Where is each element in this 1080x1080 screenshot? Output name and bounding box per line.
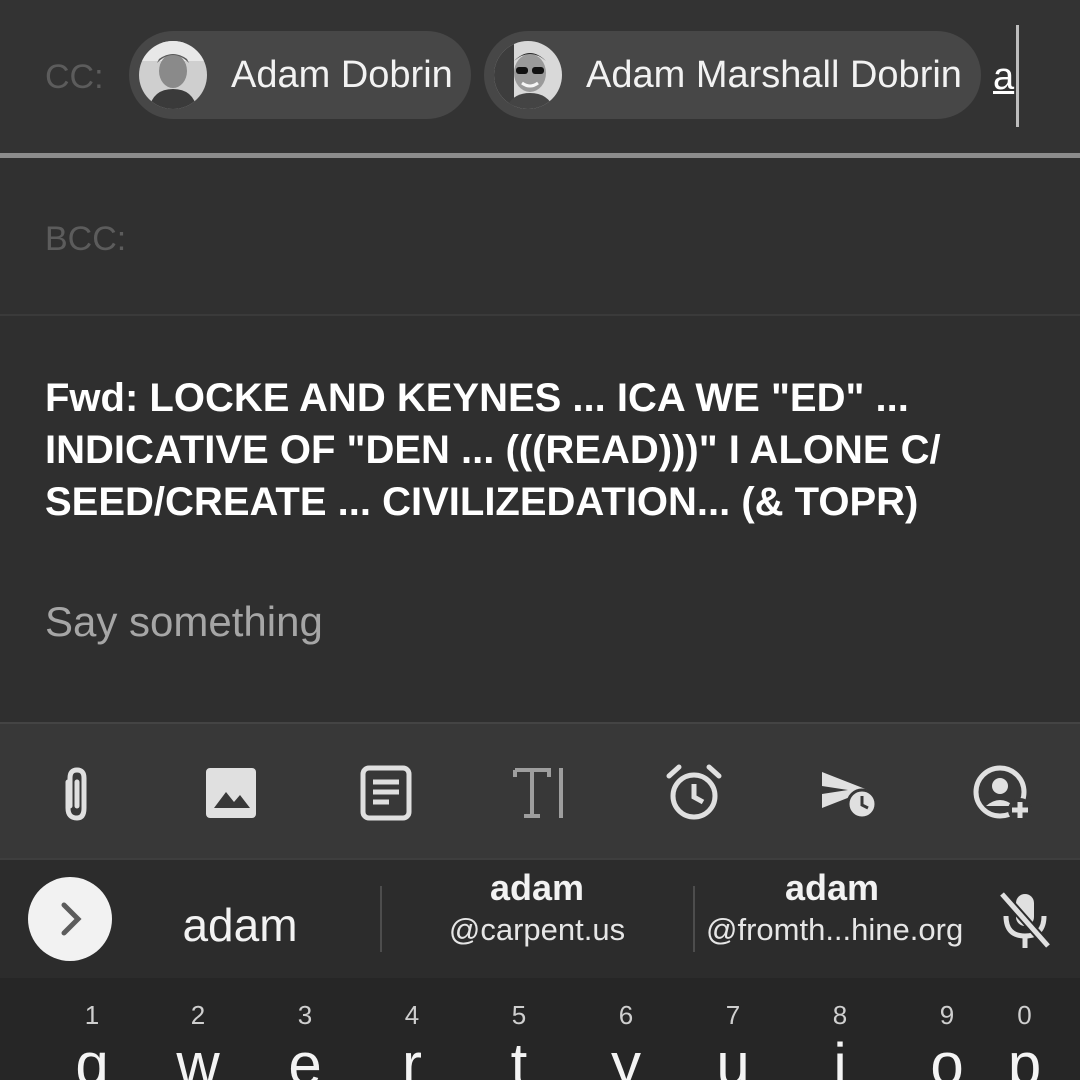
key-y[interactable]: 6y <box>572 978 680 1080</box>
recipient-chip-adam-dobrin[interactable]: Adam Dobrin <box>129 31 471 119</box>
image-icon[interactable] <box>200 762 262 824</box>
key-letter: u <box>716 1031 750 1080</box>
suggestion-item[interactable]: adam @carpent.us <box>412 868 662 952</box>
subject-field[interactable]: Fwd: LOCKE AND KEYNES ... ICA WE "ED" ..… <box>45 372 1045 528</box>
schedule-send-icon[interactable] <box>818 762 880 824</box>
key-letter: y <box>611 1031 641 1080</box>
key-number: 8 <box>832 1000 848 1030</box>
key-number: 1 <box>84 1000 100 1030</box>
key-p[interactable]: 0p <box>969 978 1080 1080</box>
key-number: 5 <box>511 1000 527 1030</box>
paperclip-icon[interactable] <box>46 762 108 824</box>
key-w[interactable]: 2w <box>144 978 252 1080</box>
key-t[interactable]: 5t <box>465 978 573 1080</box>
suggestion-divider <box>380 886 382 952</box>
suggestion-domain: @fromth...hine.org <box>706 912 964 947</box>
key-number: 0 <box>1017 1000 1032 1030</box>
key-letter: e <box>288 1031 322 1080</box>
key-r[interactable]: 4r <box>358 978 466 1080</box>
key-letter: t <box>510 1031 528 1080</box>
suggestion-name: adam <box>489 867 585 908</box>
key-number: 6 <box>618 1000 634 1030</box>
suggestion-item[interactable]: adam @fromth...hine.org <box>706 867 964 952</box>
key-e[interactable]: 3e <box>251 978 359 1080</box>
key-number: 4 <box>404 1000 420 1030</box>
compose-toolbar <box>0 722 1080 858</box>
key-letter: i <box>833 1031 847 1080</box>
key-number: 7 <box>725 1000 741 1030</box>
add-contact-icon[interactable] <box>972 762 1034 824</box>
cc-row[interactable]: CC: Adam Dobrin Adam Marshall Dobrin a <box>0 0 1080 155</box>
text-cursor <box>1016 25 1019 127</box>
key-letter: w <box>176 1031 220 1080</box>
expand-suggestions-button[interactable] <box>28 877 112 961</box>
suggestion-main[interactable]: adam <box>130 898 350 952</box>
text-format-icon[interactable] <box>509 762 571 824</box>
alarm-icon[interactable] <box>663 762 725 824</box>
chip-name: Adam Marshall Dobrin <box>586 53 962 96</box>
key-u[interactable]: 7u <box>679 978 787 1080</box>
key-q[interactable]: 1q <box>38 978 146 1080</box>
key-i[interactable]: 8i <box>786 978 894 1080</box>
cc-label: CC: <box>45 58 104 96</box>
chip-name: Adam Dobrin <box>231 53 453 96</box>
avatar <box>494 41 562 109</box>
suggestion-strip: adam adam @carpent.us adam @fromth...hin… <box>0 858 1080 978</box>
bcc-row[interactable]: BCC: <box>0 158 1080 316</box>
keyboard: 1q 2w 3e 4r 5t 6y 7u 8i 9o 0p <box>0 978 1080 1080</box>
key-letter: q <box>75 1031 109 1080</box>
chevron-right-icon <box>61 902 82 936</box>
suggestion-name: adam <box>784 867 880 908</box>
key-number: 2 <box>190 1000 206 1030</box>
mic-off-icon[interactable] <box>996 888 1054 952</box>
bcc-label: BCC: <box>45 220 127 258</box>
template-icon[interactable] <box>355 762 417 824</box>
key-letter: r <box>402 1031 422 1080</box>
avatar <box>139 41 207 109</box>
suggestion-divider <box>693 886 695 952</box>
key-number: 3 <box>297 1000 313 1030</box>
key-letter: p <box>1007 1031 1042 1080</box>
cc-input[interactable]: a <box>993 56 1014 99</box>
recipient-chip-adam-marshall-dobrin[interactable]: Adam Marshall Dobrin <box>484 31 981 119</box>
suggestion-domain: @carpent.us <box>448 912 626 947</box>
body-field[interactable]: Say something <box>45 598 323 646</box>
